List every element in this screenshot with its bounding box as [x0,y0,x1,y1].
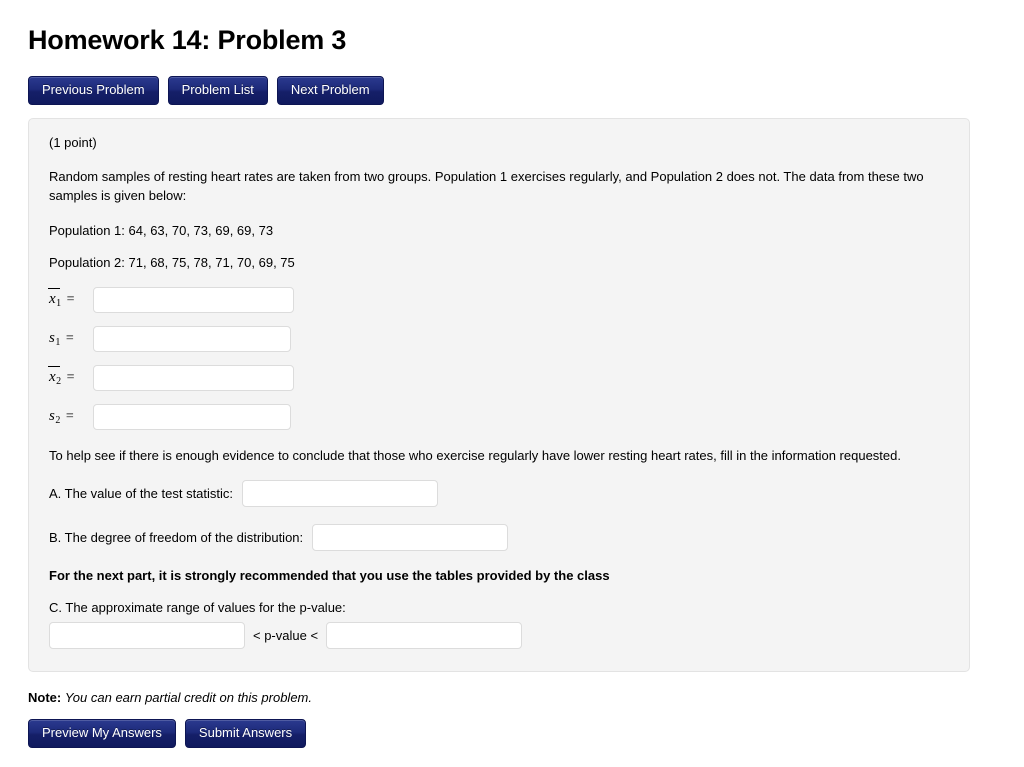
xbar1-label: x1 = [48,288,75,310]
s2-subscript: 2 [55,415,61,427]
xbar2-input[interactable] [93,364,294,391]
xbar1-input[interactable] [93,286,294,313]
xbar1-subscript: 1 [56,298,62,310]
point-value: (1 point) [49,134,97,150]
part-b-row: B. The degree of freedom of the distribu… [49,523,949,551]
navigation-button-group: Previous Problem Problem List Next Probl… [28,75,996,105]
submit-answers-button[interactable]: Submit Answers [184,718,307,748]
tables-recommendation: For the next part, it is strongly recomm… [49,567,610,583]
part-b-input[interactable] [312,523,509,551]
pvalue-lower-input[interactable] [49,621,245,649]
stat-row-s2: s2 = [49,403,949,430]
problem-list-button[interactable]: Problem List [167,75,268,105]
xbar2-subscript: 2 [56,376,62,388]
problem-description: Random samples of resting heart rates ar… [49,168,924,203]
preview-my-answers-button[interactable]: Preview My Answers [28,718,176,748]
pvalue-upper-input[interactable] [326,621,523,649]
equals-sign: = [66,370,75,386]
part-c-row: < p-value < [49,621,949,649]
next-problem-button[interactable]: Next Problem [276,75,384,105]
s1-subscript: 1 [55,337,61,349]
previous-problem-button[interactable]: Previous Problem [28,75,159,105]
s2-label: s2 = [49,408,74,427]
note-text: You can earn partial credit on this prob… [64,689,312,705]
part-c-label: C. The approximate range of values for t… [49,599,346,615]
part-a-row: A. The value of the test statistic: [49,479,949,507]
stat-row-xbar2: x2 = [48,364,949,391]
part-a-input[interactable] [242,479,439,507]
s1-label: s1 = [49,330,74,349]
pvalue-separator-label: < p-value < [253,627,319,643]
help-instruction: To help see if there is enough evidence … [49,447,901,463]
part-b-label: B. The degree of freedom of the distribu… [49,529,304,545]
stat-row-xbar1: x1 = [48,286,949,313]
population-1-data: Population 1: 64, 63, 70, 73, 69, 69, 73 [49,222,274,238]
note-prefix: Note: [28,689,62,705]
action-button-group: Preview My Answers Submit Answers [28,718,996,748]
xbar2-label: x2 = [48,366,75,388]
partial-credit-note: Note: You can earn partial credit on thi… [28,690,996,705]
s2-input[interactable] [93,403,291,430]
s1-input[interactable] [93,325,291,352]
page-title: Homework 14: Problem 3 [28,25,347,55]
problem-page: Homework 14: Problem 3 Previous Problem … [0,0,1024,748]
equals-sign: = [66,292,75,308]
population-2-data: Population 2: 71, 68, 75, 78, 71, 70, 69… [49,254,295,270]
part-a-label: A. The value of the test statistic: [49,485,234,501]
equals-sign: = [65,409,74,425]
stat-row-s1: s1 = [49,325,949,352]
problem-panel: (1 point) Random samples of resting hear… [28,117,970,672]
equals-sign: = [65,331,74,347]
